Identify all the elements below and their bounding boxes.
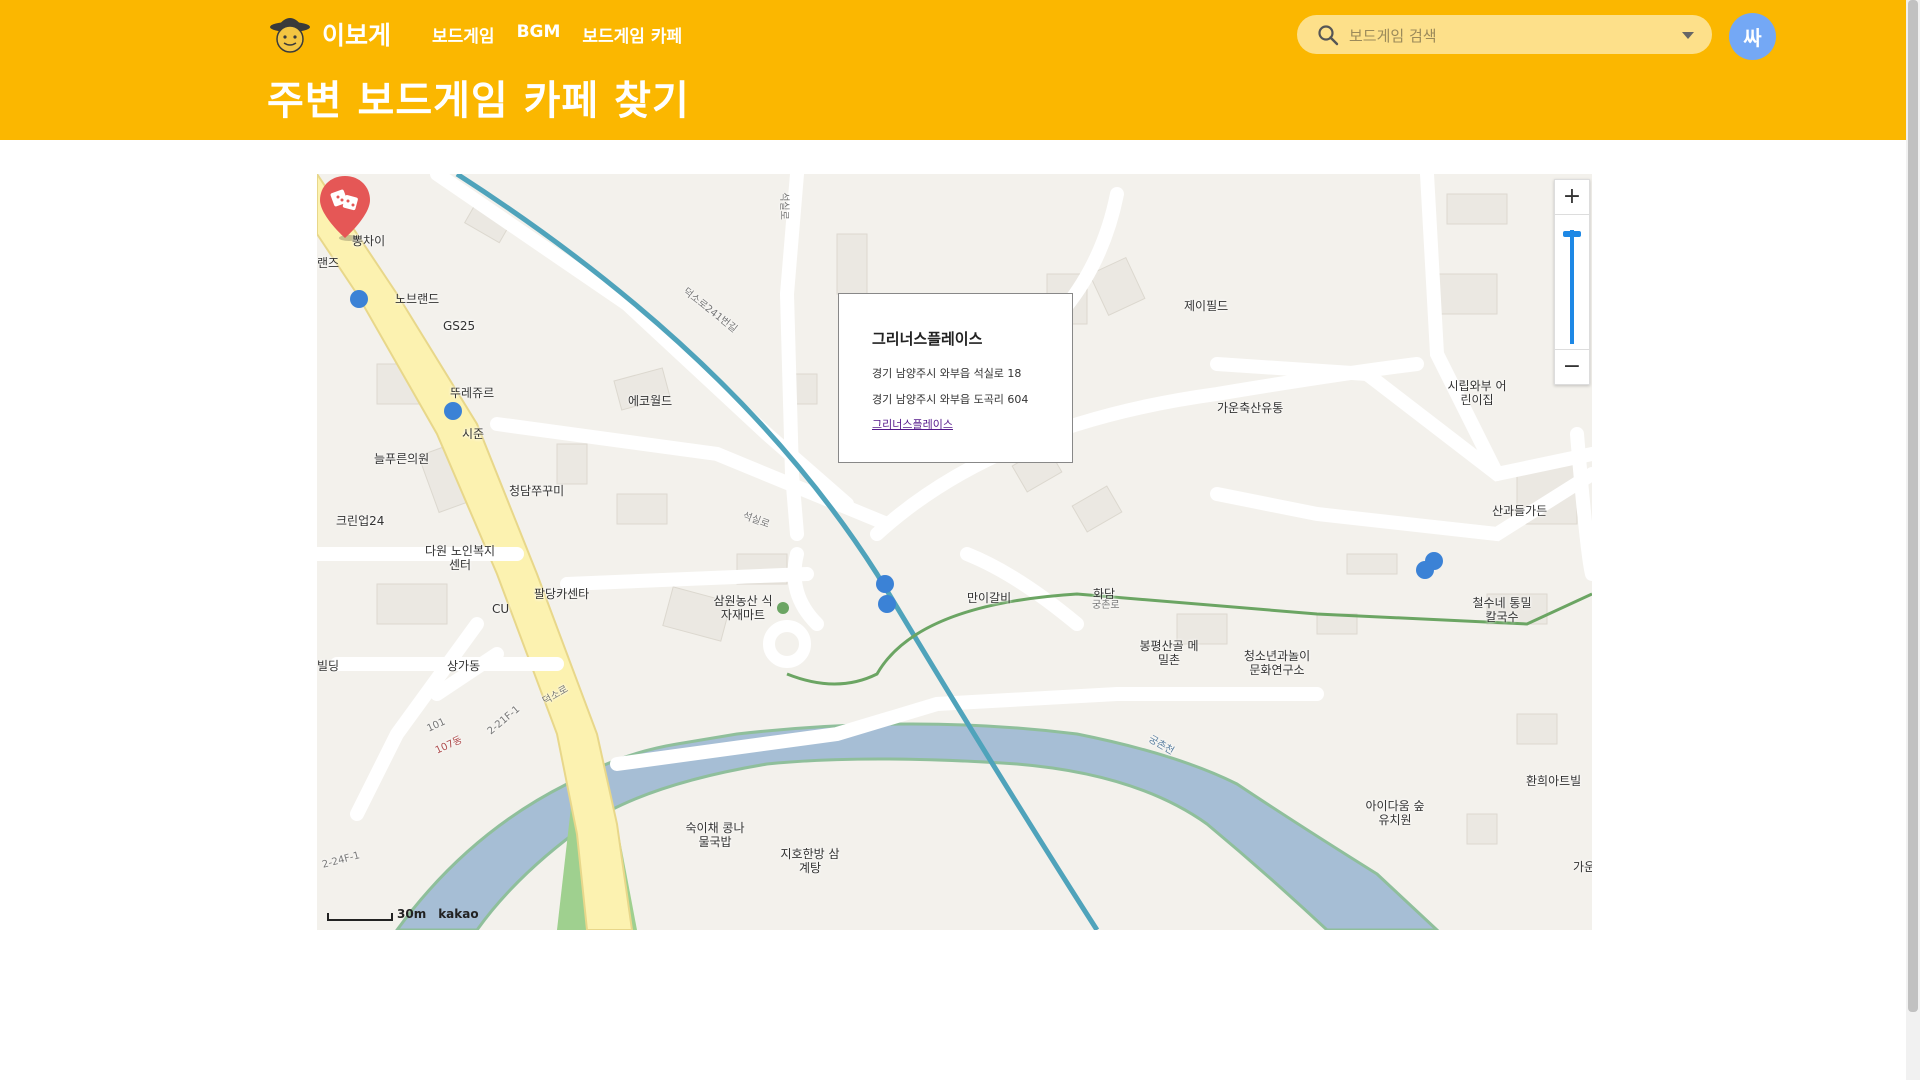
road-label: 석실로 [777,192,789,220]
place-info-popup: 그리너스플레이스 경기 남양주시 와부읍 석실로 18 경기 남양주시 와부읍 … [838,293,1073,463]
zoom-in-button[interactable]: + [1555,180,1589,215]
zoom-slider-track[interactable] [1570,230,1574,344]
dropdown-caret-icon[interactable] [1682,32,1694,39]
zoom-slider-handle[interactable] [1563,231,1581,237]
place-label[interactable]: 크린업24 [336,514,384,528]
popup-road-address: 경기 남양주시 와부읍 석실로 18 [872,367,1022,380]
place-label[interactable]: 삼원농산 식자재마트 [713,594,773,622]
avatar[interactable]: 싸 [1729,13,1776,60]
map-scale: 30m kakao [327,907,479,921]
logo[interactable]: 이보게 [268,12,391,56]
search-icon [1318,25,1339,46]
place-label[interactable]: 랜즈 [317,256,339,270]
place-label[interactable]: 만이갈비 [967,591,1011,605]
place-label[interactable]: 뚜레쥬르 [450,386,494,400]
logo-text: 이보게 [322,21,392,50]
place-label[interactable]: 지호한방 삼계탕 [780,847,840,875]
scrollbar-thumb[interactable] [1908,0,1918,1012]
place-label[interactable]: 청소년과놀이 문화연구소 [1237,649,1317,677]
place-label[interactable]: 시준 [462,427,484,441]
place-label[interactable]: 팔당카센타 [534,587,589,601]
popup-place-link[interactable]: 그리너스플레이스 [872,416,953,432]
place-label[interactable]: 숙이채 콩나물국밥 [680,821,750,849]
scale-bar [327,913,393,921]
place-label[interactable]: 늘푸른의원 [374,452,429,466]
nav-bgm[interactable]: BGM [517,22,561,47]
place-label[interactable]: 노브랜드 [395,292,439,306]
place-label[interactable]: 다원 노인복지센터 [420,544,500,572]
place-label[interactable]: GS25 [443,319,475,333]
place-label[interactable]: 산과들가든 [1492,504,1547,518]
map-provider-logo[interactable]: kakao [438,907,478,921]
place-label[interactable]: 빌딩 [317,659,339,673]
place-label[interactable]: 가운축산유통 [1217,401,1283,415]
scrollbar[interactable] [1906,0,1920,1080]
place-label[interactable]: 환희아트빌 [1526,774,1581,788]
place-label[interactable]: CU [492,602,509,616]
place-label[interactable]: 가운 [1573,860,1592,874]
search-input[interactable] [1347,15,1671,56]
logo-face-icon [270,18,310,53]
location-pin-icon[interactable] [317,174,373,244]
place-label[interactable]: 철수네 통밀칼국수 [1467,596,1537,624]
road-label: 궁촌로 [1092,600,1120,611]
zoom-out-button[interactable]: − [1555,349,1589,384]
scale-label: 30m [397,907,427,921]
map-view[interactable]: 뽕차이 노브랜드 GS25 뚜레쥬르 시준 늘푸른의원 청담쭈꾸미 크린업24 … [317,174,1592,930]
place-label[interactable]: 제이필드 [1184,299,1228,313]
popup-place-name: 그리너스플레이스 [872,330,983,348]
popup-jibun-address: 경기 남양주시 와부읍 도곡리 604 [872,393,1029,406]
place-label[interactable]: 아이다움 숲유치원 [1365,799,1425,827]
place-label[interactable]: 청담쭈꾸미 [509,484,564,498]
main-nav: 보드게임 BGM 보드게임 카페 [432,22,682,47]
search-box[interactable] [1297,15,1712,56]
nav-boardgame[interactable]: 보드게임 [432,22,495,47]
zoom-control: + − [1554,179,1590,385]
place-label[interactable]: 상가동 [447,659,480,673]
place-label[interactable]: 시립와부 어린이집 [1447,379,1507,407]
place-label[interactable]: 에코월드 [628,394,672,408]
place-label[interactable]: 봉평산골 메밀촌 [1139,639,1199,667]
header-bar: 이보게 보드게임 BGM 보드게임 카페 주변 보드게임 카페 찾기 싸 [0,0,1906,140]
nav-boardgame-cafe[interactable]: 보드게임 카페 [582,22,682,47]
page-title: 주변 보드게임 카페 찾기 [267,78,690,124]
